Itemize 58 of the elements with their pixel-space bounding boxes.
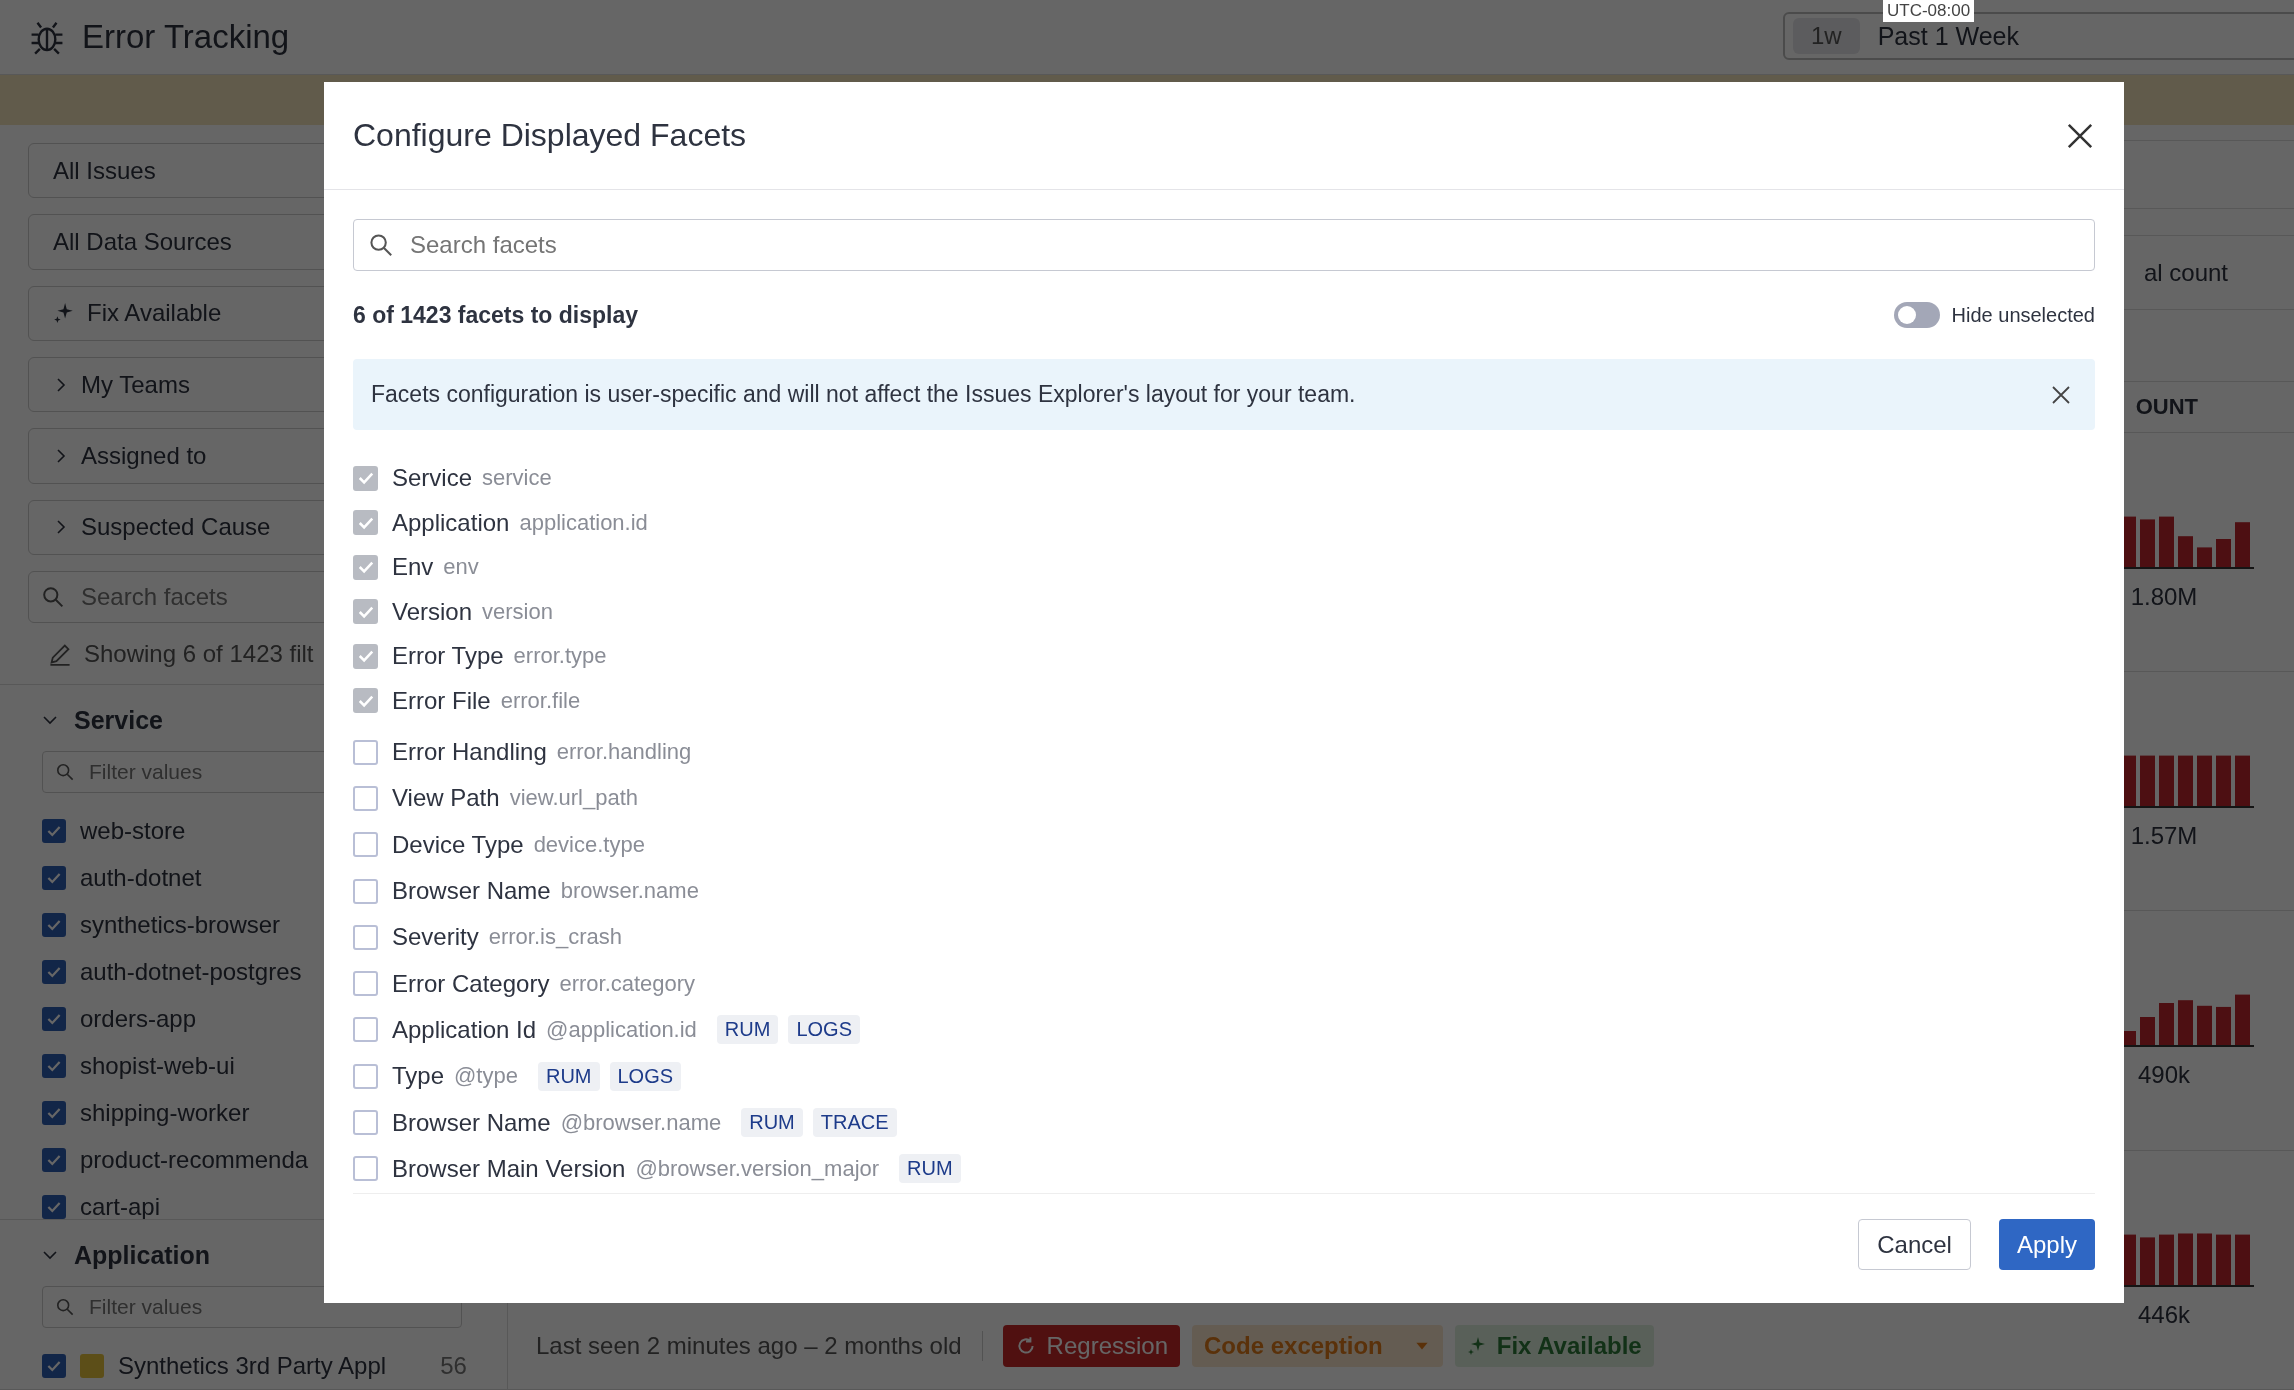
facet-name: Browser Main Version <box>392 1154 626 1183</box>
facet-value: product-recommenda <box>80 1145 309 1174</box>
facet-name: Error Type <box>392 642 504 671</box>
facet-path: @application.id <box>546 1016 697 1043</box>
facet-path: error.handling <box>556 739 692 766</box>
fix-available-badge: Fix Available <box>1454 1325 1654 1367</box>
last-seen-text: Last seen 2 minutes ago – 2 months old <box>536 1332 962 1360</box>
facet-value: auth-dotnet-postgres <box>80 957 302 986</box>
facet-name: Browser Name <box>392 877 551 906</box>
section-title: Service <box>74 705 163 735</box>
toggle-label: Hide unselected <box>1951 303 2095 327</box>
section-title: Application <box>74 1240 211 1270</box>
regression-badge: Regression <box>1002 1325 1180 1367</box>
source-tag: RUM <box>537 1061 600 1091</box>
facet-path: error.category <box>559 970 696 997</box>
facet-path: @browser.name <box>560 1109 722 1136</box>
count-value: 490k <box>2137 1061 2190 1090</box>
time-shortcut: 1w <box>1793 18 1860 54</box>
page-title: Error Tracking <box>82 18 290 56</box>
facet-path: @type <box>454 1063 518 1090</box>
facet-path: view.url_path <box>509 785 639 812</box>
count-value: 1.80M <box>2130 582 2198 611</box>
source-tag: RUM <box>741 1108 803 1137</box>
count-value: 1.57M <box>2130 821 2198 850</box>
facet-path: application.id <box>519 509 648 536</box>
facet-value: web-store <box>80 816 186 845</box>
facet-value: orders-app <box>80 1004 197 1033</box>
facet-name: Version <box>392 597 473 626</box>
time-range-label: Past 1 Week <box>1877 21 2019 51</box>
timezone-label: UTC-08:00 <box>1883 0 1975 22</box>
facet-name: Error File <box>392 686 491 715</box>
column-header: OUNT <box>2135 393 2198 420</box>
facet-path: error.file <box>500 687 581 714</box>
source-tag: TRACE <box>812 1108 897 1137</box>
facet-name: Severity <box>392 923 479 952</box>
facet-value: shopist-web-ui <box>80 1051 235 1080</box>
facet-value: cart-api <box>80 1192 161 1219</box>
facet-value: synthetics-browser <box>80 910 281 939</box>
facet-name: Device Type <box>392 830 524 859</box>
showing-count: Showing 6 of 1423 filt <box>84 639 314 668</box>
source-tag: RUM <box>899 1154 961 1184</box>
column-header: al count <box>2143 258 2228 287</box>
source-tag: LOGS <box>788 1015 860 1045</box>
facet-path: error.is_crash <box>488 924 622 951</box>
facet-value: Synthetics 3rd Party Appl <box>118 1351 387 1380</box>
facet-value: auth-dotnet <box>80 863 202 892</box>
facet-path: device.type <box>533 831 645 858</box>
facet-path: @browser.version_major <box>635 1155 880 1182</box>
facet-path: browser.name <box>560 878 699 905</box>
count-value: 446k <box>2137 1300 2190 1329</box>
facet-name: Browser Name <box>392 1108 551 1137</box>
facet-name: Error Category <box>392 969 550 998</box>
facet-name: Application Id <box>392 1015 537 1044</box>
source-tag: LOGS <box>609 1061 682 1091</box>
source-tag: RUM <box>716 1015 779 1045</box>
facet-value: shipping-worker <box>80 1098 250 1127</box>
facet-name: Type <box>392 1062 445 1091</box>
facet-path: error.type <box>513 643 607 670</box>
